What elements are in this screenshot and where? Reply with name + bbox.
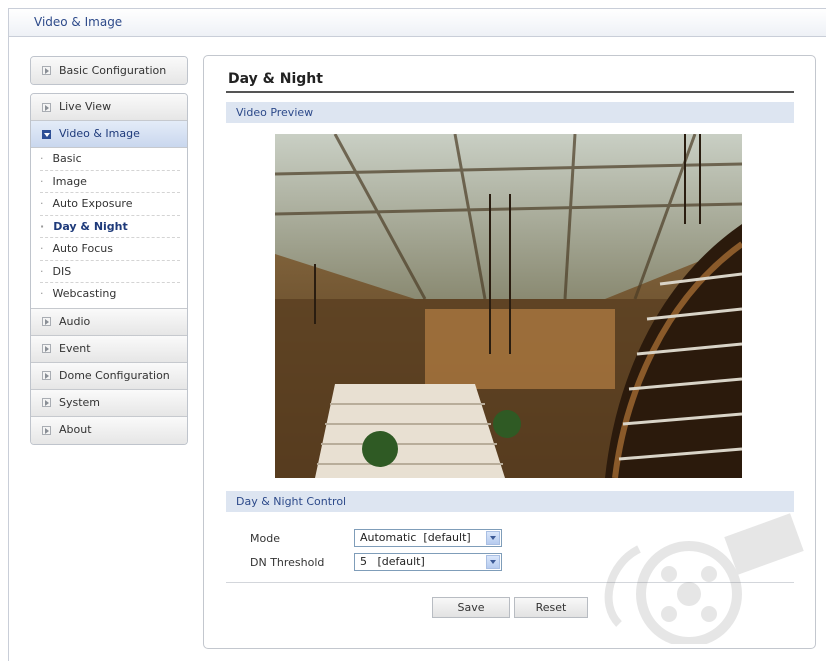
top-header-bar: Video & Image — [8, 8, 826, 37]
film-reel-watermark-icon — [604, 513, 804, 644]
sidebar-item-label: About — [59, 423, 92, 436]
bullet-icon: · — [40, 152, 44, 165]
submenu-label: DIS — [52, 264, 72, 278]
video-preview-section-header: Video Preview — [226, 102, 794, 123]
bullet-icon: · — [40, 219, 45, 233]
video-image-submenu: · Basic · Image · Auto Exposure · Day & Nigh… — [31, 148, 187, 309]
bullet-icon: · — [40, 287, 44, 300]
submenu-label: Auto Focus — [52, 242, 113, 255]
reset-button[interactable]: Reset — [514, 597, 588, 618]
submenu-item-image[interactable]: · Image — [40, 171, 180, 193]
collapsed-arrow-icon — [42, 102, 51, 112]
sidebar-item-event[interactable]: Event — [31, 335, 187, 363]
submenu-label: Image — [52, 174, 87, 188]
collapsed-arrow-icon — [42, 344, 51, 353]
frame-left-border — [8, 37, 9, 661]
sidebar-item-label: System — [59, 395, 101, 409]
sidebar-item-live-view[interactable]: Live View — [31, 94, 187, 121]
collapsed-arrow-icon — [42, 398, 51, 407]
atrium-photo-placeholder — [275, 134, 742, 478]
sidebar-item-label: Basic Configuration — [59, 63, 167, 77]
sidebar-item-about[interactable]: About — [31, 416, 187, 444]
sidebar-item-label: Video & Image — [59, 127, 140, 140]
mode-select[interactable]: Automatic [default] — [354, 529, 502, 547]
mode-label: Mode — [250, 532, 280, 545]
submenu-item-webcasting[interactable]: · Webcasting — [40, 283, 180, 306]
sidebar-item-dome-configuration[interactable]: Dome Configuration — [31, 362, 187, 390]
submenu-label: Day & Night — [53, 219, 128, 233]
bullet-icon: · — [40, 197, 44, 210]
bullet-icon: · — [40, 264, 44, 278]
submenu-label: Webcasting — [52, 287, 117, 300]
dn-threshold-select-value: 5 [default] — [360, 555, 425, 568]
collapsed-arrow-icon — [42, 371, 51, 380]
sidebar-item-label: Live View — [59, 100, 112, 113]
sidebar-item-label: Audio — [59, 314, 91, 328]
sidebar-item-video-image[interactable]: Video & Image — [31, 121, 187, 148]
page-title: Day & Night — [228, 71, 323, 87]
collapsed-arrow-icon — [42, 317, 51, 326]
chevron-down-icon[interactable] — [486, 531, 500, 545]
submenu-item-dis[interactable]: · DIS — [40, 261, 180, 283]
expanded-arrow-icon — [42, 129, 51, 139]
dn-threshold-select[interactable]: 5 [default] — [354, 553, 502, 571]
submenu-label: Basic — [52, 152, 82, 165]
sidebar-basic-config-box: Basic Configuration — [30, 56, 188, 85]
sidebar-item-label: Event — [59, 341, 91, 355]
sidebar-item-audio[interactable]: Audio — [31, 308, 187, 336]
mode-select-value: Automatic [default] — [360, 531, 471, 544]
bullet-icon: · — [40, 242, 44, 255]
submenu-item-basic[interactable]: · Basic — [40, 148, 180, 171]
sidebar-item-basic-configuration[interactable]: Basic Configuration — [31, 57, 187, 84]
submenu-item-day-night[interactable]: · Day & Night — [40, 216, 180, 238]
submenu-item-auto-exposure[interactable]: · Auto Exposure — [40, 193, 180, 216]
bullet-icon: · — [40, 174, 44, 188]
chevron-down-icon[interactable] — [486, 555, 500, 569]
sidebar-item-label: Dome Configuration — [59, 368, 170, 382]
sidebar-nav: Live View Video & Image · Basic · Image · A… — [30, 93, 188, 445]
submenu-label: Auto Exposure — [52, 197, 133, 210]
main-panel: Day & Night Video Preview Day & Night Co… — [203, 55, 816, 649]
sidebar-item-system[interactable]: System — [31, 389, 187, 417]
collapsed-arrow-icon — [42, 66, 51, 75]
title-divider — [226, 91, 794, 93]
dn-threshold-label: DN Threshold — [250, 556, 325, 569]
video-preview-image — [275, 134, 742, 478]
header-title: Video & Image — [34, 15, 123, 29]
submenu-item-auto-focus[interactable]: · Auto Focus — [40, 238, 180, 261]
collapsed-arrow-icon — [42, 425, 51, 435]
save-button[interactable]: Save — [432, 597, 510, 618]
